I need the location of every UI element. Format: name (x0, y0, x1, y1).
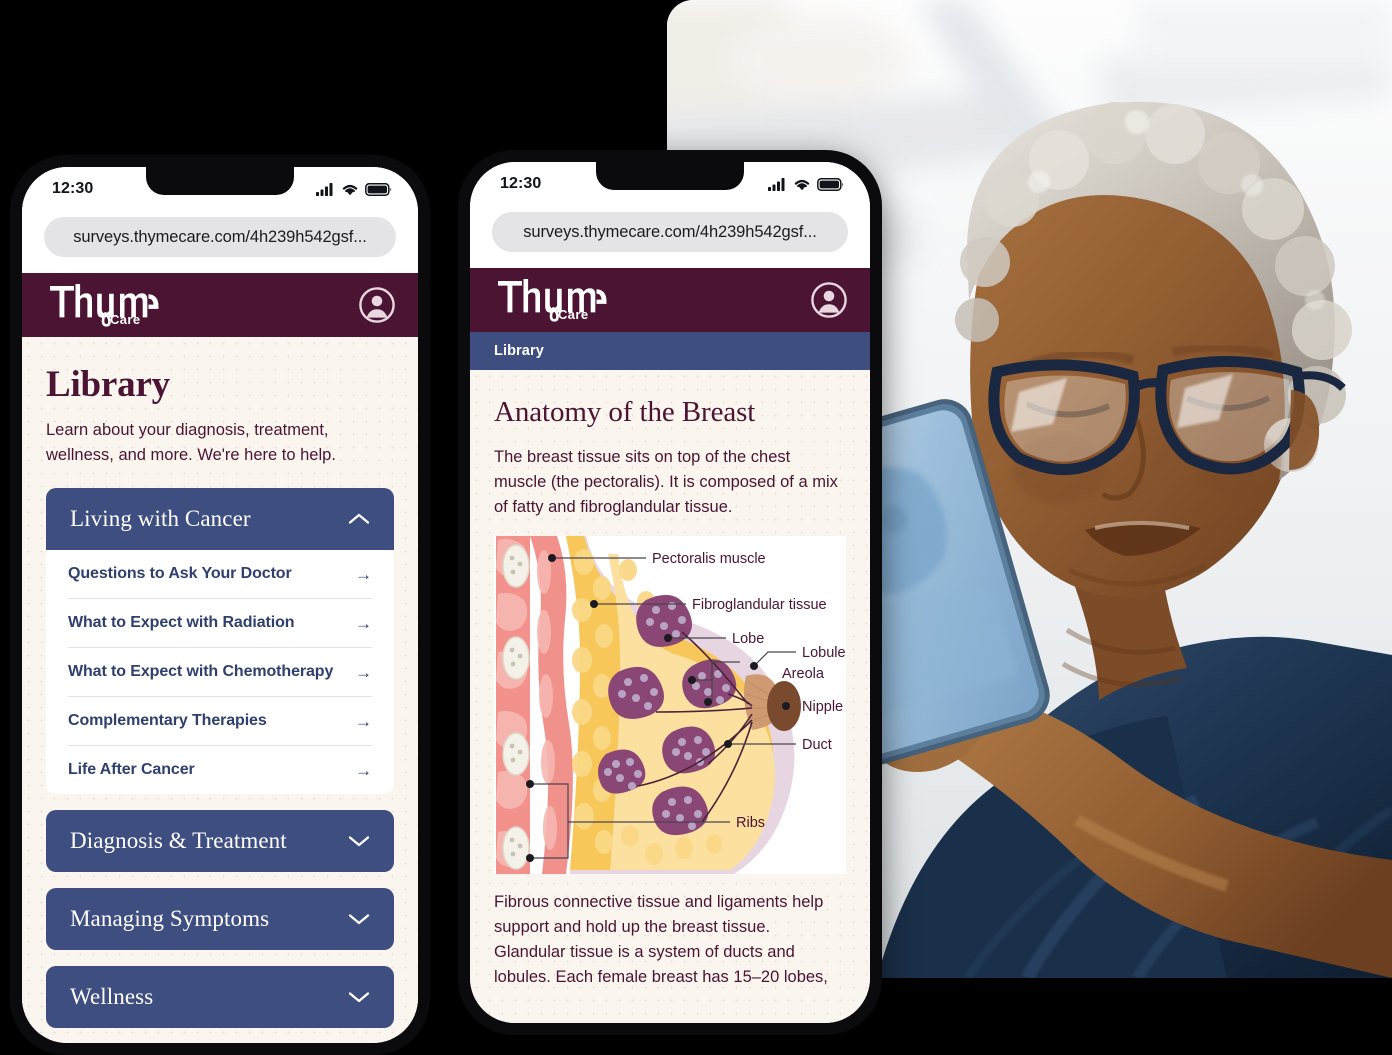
cellular-signal-icon (768, 177, 785, 191)
diagram-label: Pectoralis muscle (652, 551, 766, 567)
breadcrumb[interactable]: Library (470, 332, 870, 370)
accordion-managing-symptoms: Managing Symptoms (46, 888, 394, 950)
page-title: Library (46, 364, 170, 405)
arrow-right-icon: → (355, 564, 372, 584)
diagram-label: Fibroglandular tissue (692, 597, 827, 613)
browser-chrome: surveys.thymecare.com/4h239h542gsf... (470, 206, 870, 268)
library-page: Library Learn about your diagnosis, trea… (22, 337, 418, 1043)
diagram-label: Nipple (802, 699, 843, 715)
cellular-signal-icon (316, 182, 333, 196)
chevron-up-icon[interactable] (348, 512, 370, 526)
page-subtitle: Learn about your diagnosis, treatment, w… (46, 421, 336, 464)
accordion-label: Wellness (70, 984, 154, 1009)
svg-text:Care: Care (558, 307, 589, 322)
status-bar-icons (768, 177, 844, 191)
arrow-right-icon: → (355, 662, 372, 682)
battery-icon (817, 177, 844, 191)
app-header: Care (22, 273, 418, 337)
accordion-header-living-with-cancer[interactable]: Living with Cancer (46, 488, 394, 550)
chevron-down-icon[interactable] (348, 990, 370, 1004)
arrow-right-icon: → (355, 760, 372, 780)
phone-screen-left: 12:30 surveys.thymecare.com/4h239h542gsf… (22, 167, 418, 1043)
list-item-label: What to Expect with Radiation (68, 614, 295, 631)
status-bar-time: 12:30 (500, 175, 542, 192)
wifi-icon (342, 184, 358, 195)
wifi-icon (794, 179, 810, 190)
accordion-header-diagnosis-treatment[interactable]: Diagnosis & Treatment (46, 810, 394, 872)
thyme-care-logo: Care (50, 284, 159, 327)
phone-device-left: 12:30 surveys.thymecare.com/4h239h542gsf… (10, 155, 430, 1055)
list-item-label: What to Expect with Chemotherapy (68, 663, 334, 680)
list-item-label: Questions to Ask Your Doctor (68, 565, 292, 582)
list-item[interactable]: Life After Cancer → (68, 746, 372, 794)
anatomy-illustration: Pectoralis muscle Fibroglandular tissue … (496, 536, 846, 874)
status-bar-time: 12:30 (52, 180, 94, 197)
diagram-label: Lobe (732, 631, 764, 647)
accordion-label: Managing Symptoms (70, 906, 270, 931)
url-bar[interactable]: surveys.thymecare.com/4h239h542gsf... (44, 217, 396, 257)
accordion-body-living-with-cancer: Questions to Ask Your Doctor → What to E… (46, 550, 394, 794)
app-header: Care (470, 268, 870, 332)
article-paragraph-1: The breast tissue sits on top of the che… (494, 448, 838, 516)
status-bar-icons (316, 182, 392, 196)
list-item[interactable]: What to Expect with Chemotherapy → (68, 648, 372, 697)
url-bar[interactable]: surveys.thymecare.com/4h239h542gsf... (492, 212, 848, 252)
battery-icon (365, 182, 392, 196)
status-bar: 12:30 (22, 167, 418, 211)
phone-notch (596, 162, 744, 190)
breast-anatomy-diagram: Pectoralis muscle Fibroglandular tissue … (494, 536, 846, 874)
svg-text:Care: Care (110, 312, 141, 327)
diagram-label: Lobules (802, 645, 846, 661)
list-item-label: Complementary Therapies (68, 712, 267, 729)
article-paragraph-2: Fibrous connective tissue and ligaments … (494, 893, 828, 986)
accordion-label: Diagnosis & Treatment (70, 828, 287, 853)
account-circle-icon[interactable] (358, 286, 396, 324)
accordion-header-wellness[interactable]: Wellness (46, 966, 394, 1028)
phone-device-right: 12:30 surveys.thymecare.com/4h239h542gsf… (458, 150, 882, 1035)
diagram-label: Ribs (736, 815, 765, 831)
diagram-label: Areola (782, 666, 825, 682)
list-item[interactable]: Questions to Ask Your Doctor → (68, 550, 372, 599)
phone-screen-right: 12:30 surveys.thymecare.com/4h239h542gsf… (470, 162, 870, 1023)
arrow-right-icon: → (355, 711, 372, 731)
list-item-label: Life After Cancer (68, 761, 195, 778)
accordion-living-with-cancer: Living with Cancer Questions to Ask Your… (46, 488, 394, 794)
list-item[interactable]: Complementary Therapies → (68, 697, 372, 746)
diagram-label: Duct (802, 737, 832, 753)
account-circle-icon[interactable] (810, 281, 848, 319)
list-item[interactable]: What to Expect with Radiation → (68, 599, 372, 648)
accordion-wellness: Wellness (46, 966, 394, 1028)
phone-notch (146, 167, 294, 195)
chevron-down-icon[interactable] (348, 834, 370, 848)
article-page: Anatomy of the Breast The breast tissue … (470, 370, 870, 1023)
chevron-down-icon[interactable] (348, 912, 370, 926)
arrow-right-icon: → (355, 613, 372, 633)
accordion-header-managing-symptoms[interactable]: Managing Symptoms (46, 888, 394, 950)
status-bar: 12:30 (470, 162, 870, 206)
browser-chrome: surveys.thymecare.com/4h239h542gsf... (22, 211, 418, 273)
thyme-care-logo: Care (498, 279, 607, 322)
accordion-label: Living with Cancer (70, 506, 251, 531)
breadcrumb-label: Library (494, 343, 544, 359)
accordion-diagnosis-treatment: Diagnosis & Treatment (46, 810, 394, 872)
article-title: Anatomy of the Breast (494, 396, 756, 428)
